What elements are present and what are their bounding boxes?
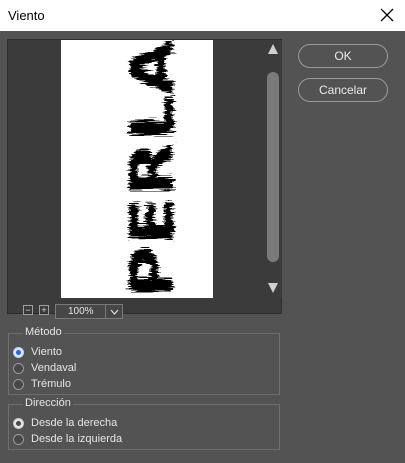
direction-group: Dirección Desde la derecha Desde la izqu… — [8, 397, 280, 450]
scroll-up-icon[interactable] — [266, 42, 280, 56]
radio-tremulo[interactable]: Trémulo — [13, 377, 71, 391]
radio-label: Desde la derecha — [31, 417, 118, 429]
method-group: Método Viento Vendaval Trémulo — [8, 326, 280, 395]
ok-button[interactable]: OK — [298, 44, 388, 68]
wind-filter-dialog: PERLA − + 100% OK Cancelar Método Viento… — [0, 31, 405, 463]
radio-vendaval[interactable]: Vendaval — [13, 361, 76, 375]
zoom-level-select[interactable]: 100% — [55, 304, 123, 319]
scroll-down-icon[interactable] — [266, 281, 280, 295]
direction-legend: Dirección — [23, 397, 73, 409]
radio-unselected-icon[interactable] — [13, 378, 24, 390]
window-title: Viento — [8, 8, 45, 23]
radio-label: Trémulo — [31, 378, 71, 390]
zoom-bar: − + 100% — [15, 304, 290, 321]
preview-area: PERLA − + 100% — [7, 39, 282, 319]
zoom-level-value: 100% — [68, 306, 94, 317]
preview-text: PERLA — [118, 40, 188, 298]
radio-label: Desde la izquierda — [31, 433, 123, 445]
method-legend: Método — [23, 326, 64, 338]
close-icon[interactable] — [375, 3, 399, 27]
radio-selected-icon[interactable] — [13, 346, 24, 358]
radio-desde-derecha[interactable]: Desde la derecha — [13, 416, 117, 430]
radio-label: Vendaval — [31, 362, 77, 374]
chevron-down-icon[interactable] — [105, 305, 122, 318]
zoom-in-icon[interactable]: + — [39, 305, 49, 315]
radio-label: Viento — [31, 346, 62, 358]
radio-unselected-icon[interactable] — [13, 433, 24, 445]
preview-canvas[interactable]: PERLA — [61, 40, 213, 298]
preview-scrollbar[interactable] — [264, 40, 282, 298]
radio-desde-izquierda[interactable]: Desde la izquierda — [13, 432, 122, 446]
radio-selected-icon[interactable] — [13, 417, 24, 429]
zoom-out-icon[interactable]: − — [23, 305, 33, 315]
radio-unselected-icon[interactable] — [13, 362, 24, 374]
radio-viento[interactable]: Viento — [13, 345, 62, 359]
scroll-thumb[interactable] — [267, 72, 279, 262]
title-bar: Viento — [0, 0, 405, 31]
cancel-button[interactable]: Cancelar — [298, 78, 388, 102]
